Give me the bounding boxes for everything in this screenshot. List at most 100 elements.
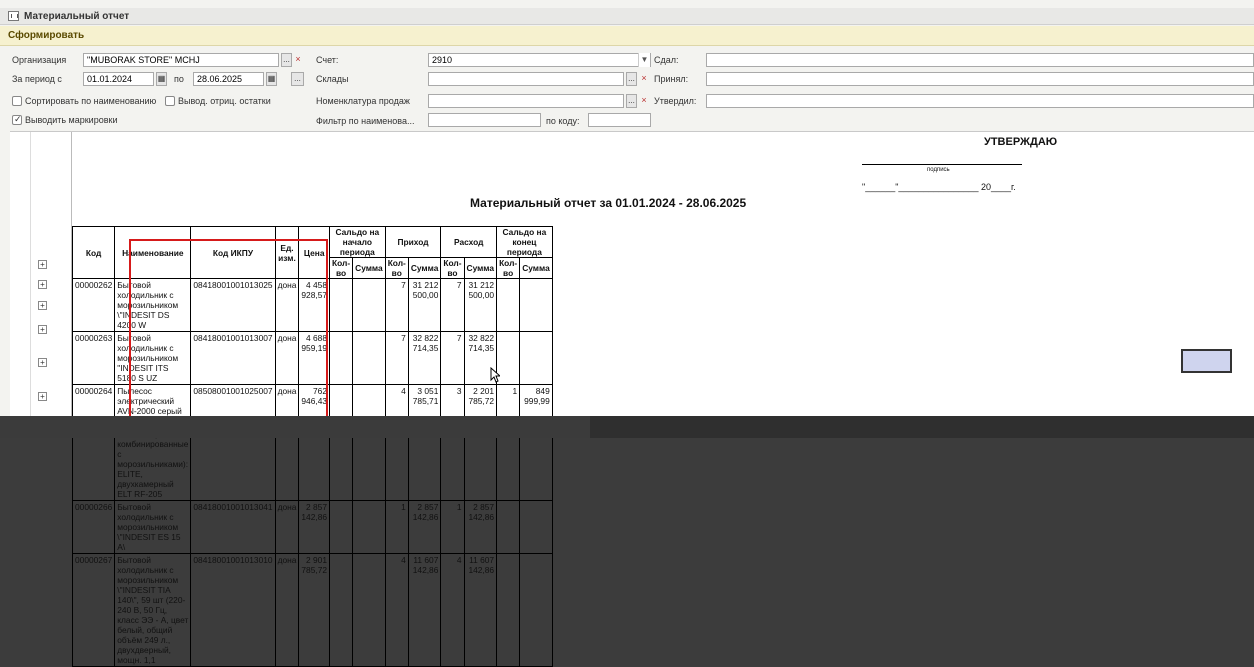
taskbar-strip [0,416,1254,438]
cell-code: 00000263 [71,331,116,385]
account-field[interactable]: 2910 [428,53,651,67]
cell-unit: дона [274,553,300,667]
period-label: За период с [12,74,62,84]
cell-name: Бытовой холодильник с морозильником \"IN… [114,500,192,554]
selected-cell[interactable] [1181,349,1232,373]
cell-price: 2 857 142,86 [298,500,330,554]
nomen-clear-icon[interactable]: × [639,94,649,108]
table-row[interactable]: 00000266 Бытовой холодильник с морозильн… [71,500,553,554]
org-field[interactable]: "MUBORAK STORE" MCHJ [83,53,279,67]
cell-name: Бытовой холодильник с морозильником \"IN… [114,553,192,667]
expand-icon[interactable]: + [38,260,47,269]
cell-expense-sum: 2 857 142,86 [463,500,498,554]
period-select-button[interactable]: ... [291,72,304,86]
date-from-field[interactable]: 01.01.2024 [83,72,154,86]
cell-expense-sum: 2 201 785,72 [463,384,498,418]
cell-expense-sum: 31 212 500,00 [463,278,498,332]
mouse-cursor-icon [490,367,500,383]
neg-balance-label: Вывод. отриц. остатки [178,96,271,106]
title-bar: Материальный отчет [0,8,1254,25]
approve-date-line: "______"________________ 20____г. [862,182,1016,192]
approved-field[interactable] [706,94,1254,108]
warehouses-label: Склады [316,74,349,84]
col-open-sum: Сумма [352,257,386,279]
cell-close-sum [519,278,553,332]
received-label: Принял: [654,74,689,84]
col-expense: Расход [440,226,498,258]
chevron-down-icon[interactable]: ▼ [638,53,650,67]
cell-open-qty [328,553,354,667]
cell-expense-qty: 7 [440,278,465,332]
cell-open-qty [328,500,354,554]
cell-close-sum: 849 999,99 [519,384,553,418]
warehouses-field[interactable] [428,72,624,86]
cell-close-sum [519,553,553,667]
command-bar: Сформировать [0,26,1254,46]
col-income-sum: Сумма [407,257,442,279]
col-code: Код [71,226,116,279]
org-label: Организация [12,55,67,65]
expand-icon[interactable]: + [38,392,47,401]
to-label: по [174,74,184,84]
cell-open-sum [352,500,386,554]
col-close-qty: Кол-во [496,257,521,279]
cell-expense-qty: 1 [440,500,465,554]
code-label: по коду: [546,116,580,126]
nomen-field[interactable] [428,94,624,108]
cell-income-qty: 7 [384,331,409,385]
gave-field[interactable] [706,53,1254,67]
window-icon [8,11,19,21]
cell-income-qty: 7 [384,278,409,332]
row-gutter: + + + + + + [10,132,72,417]
col-open-qty: Кол-во [328,257,354,279]
table-row[interactable]: 00000267 Бытовой холодильник с морозильн… [71,553,553,667]
cell-income-sum: 32 822 714,35 [407,331,442,385]
cell-expense-qty: 4 [440,553,465,667]
cell-expense-sum: 11 607 142,86 [463,553,498,667]
highlight-box [129,239,328,423]
col-income: Приход [384,226,442,258]
cell-open-qty [328,278,354,332]
cell-open-qty [328,331,354,385]
nomen-label: Номенклатура продаж [316,96,410,106]
expand-icon[interactable]: + [38,280,47,289]
cell-income-sum: 11 607 142,86 [407,553,442,667]
account-label: Счет: [316,55,339,65]
org-clear-icon[interactable]: × [293,53,303,67]
code-field[interactable] [588,113,651,127]
cell-ikpu: 08418001001013041 [190,500,276,554]
cell-close-sum [519,500,553,554]
cell-expense-qty: 7 [440,331,465,385]
expand-icon[interactable]: + [38,358,47,367]
calendar-icon[interactable]: ▦ [156,72,167,86]
gave-label: Сдал: [654,55,679,65]
cell-open-qty [328,384,354,418]
cell-open-sum [352,331,386,385]
expand-icon[interactable]: + [38,301,47,310]
cell-income-sum: 3 051 785,71 [407,384,442,418]
generate-button[interactable]: Сформировать [8,30,84,41]
sort-checkbox[interactable] [12,96,22,106]
mark-checkbox[interactable] [12,114,22,125]
nomen-select-button[interactable]: ... [626,94,637,108]
cell-ikpu: 08418001001013010 [190,553,276,667]
expand-icon[interactable]: + [38,325,47,334]
col-close-sum: Сумма [519,257,553,279]
received-field[interactable] [706,72,1254,86]
col-expense-qty: Кол-во [440,257,465,279]
report-title: Материальный отчет за 01.01.2024 - 28.06… [470,196,747,210]
cell-close-qty [496,331,521,385]
filter-field[interactable] [428,113,541,127]
date-to-field[interactable]: 28.06.2025 [193,72,264,86]
cell-open-sum [352,384,386,418]
warehouses-select-button[interactable]: ... [626,72,637,86]
col-open: Сальдо на начало периода [329,226,386,258]
signature-line [862,164,1022,165]
approved-label: Утвердил: [654,96,697,106]
warehouses-clear-icon[interactable]: × [639,72,649,86]
calendar-icon[interactable]: ▦ [266,72,277,86]
org-select-button[interactable]: ... [281,53,292,67]
neg-balance-checkbox[interactable] [165,96,175,106]
cell-income-sum: 31 212 500,00 [407,278,442,332]
window-title: Материальный отчет [24,11,130,22]
